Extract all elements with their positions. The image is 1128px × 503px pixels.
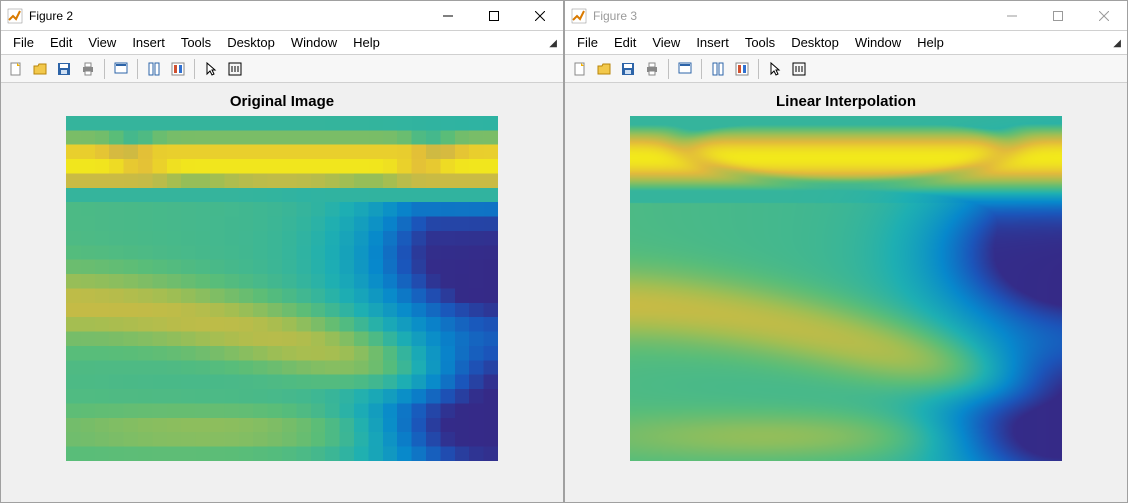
plot-title: Linear Interpolation — [776, 93, 916, 110]
menu-view[interactable]: View — [80, 32, 124, 53]
menu-tools[interactable]: Tools — [737, 32, 783, 53]
menu-window[interactable]: Window — [847, 32, 909, 53]
data-cursor-icon[interactable] — [674, 58, 696, 80]
maximize-button[interactable] — [1035, 1, 1081, 30]
title-bar[interactable]: Figure 3 — [565, 1, 1127, 31]
print-icon[interactable] — [77, 58, 99, 80]
toolbar-separator — [758, 59, 759, 79]
maximize-button[interactable] — [471, 1, 517, 30]
menu-file[interactable]: File — [5, 32, 42, 53]
menu-insert[interactable]: Insert — [688, 32, 737, 53]
link-axes-icon[interactable] — [143, 58, 165, 80]
toolbar-separator — [104, 59, 105, 79]
toolbar-separator — [194, 59, 195, 79]
print-icon[interactable] — [641, 58, 663, 80]
edit-plot-icon[interactable] — [788, 58, 810, 80]
open-folder-icon[interactable] — [29, 58, 51, 80]
window-title: Figure 2 — [29, 9, 425, 23]
axes-area[interactable]: Linear Interpolation — [565, 83, 1127, 502]
data-cursor-icon[interactable] — [110, 58, 132, 80]
pointer-icon[interactable] — [200, 58, 222, 80]
heatmap-image — [630, 116, 1062, 461]
toolbar — [565, 55, 1127, 83]
menu-file[interactable]: File — [569, 32, 606, 53]
menu-tools[interactable]: Tools — [173, 32, 219, 53]
save-icon[interactable] — [53, 58, 75, 80]
insert-colorbar-icon[interactable] — [731, 58, 753, 80]
matlab-app-icon — [571, 8, 587, 24]
window-title: Figure 3 — [593, 9, 989, 23]
close-button[interactable] — [517, 1, 563, 30]
menu-overflow-icon[interactable]: ◢ — [549, 38, 557, 49]
minimize-button[interactable] — [989, 1, 1035, 30]
menu-insert[interactable]: Insert — [124, 32, 173, 53]
menu-edit[interactable]: Edit — [606, 32, 644, 53]
title-bar[interactable]: Figure 2 — [1, 1, 563, 31]
insert-colorbar-icon[interactable] — [167, 58, 189, 80]
minimize-button[interactable] — [425, 1, 471, 30]
menu-help[interactable]: Help — [345, 32, 388, 53]
toolbar — [1, 55, 563, 83]
toolbar-separator — [137, 59, 138, 79]
save-icon[interactable] — [617, 58, 639, 80]
menu-edit[interactable]: Edit — [42, 32, 80, 53]
matlab-app-icon — [7, 8, 23, 24]
link-axes-icon[interactable] — [707, 58, 729, 80]
close-button[interactable] — [1081, 1, 1127, 30]
menu-bar: File Edit View Insert Tools Desktop Wind… — [565, 31, 1127, 55]
edit-plot-icon[interactable] — [224, 58, 246, 80]
toolbar-separator — [701, 59, 702, 79]
menu-window[interactable]: Window — [283, 32, 345, 53]
menu-bar: File Edit View Insert Tools Desktop Wind… — [1, 31, 563, 55]
axes-area[interactable]: Original Image — [1, 83, 563, 502]
pointer-icon[interactable] — [764, 58, 786, 80]
menu-overflow-icon[interactable]: ◢ — [1113, 38, 1121, 49]
menu-desktop[interactable]: Desktop — [219, 32, 283, 53]
new-file-icon[interactable] — [569, 58, 591, 80]
plot-title: Original Image — [230, 93, 334, 110]
menu-view[interactable]: View — [644, 32, 688, 53]
new-file-icon[interactable] — [5, 58, 27, 80]
menu-help[interactable]: Help — [909, 32, 952, 53]
open-folder-icon[interactable] — [593, 58, 615, 80]
toolbar-separator — [668, 59, 669, 79]
menu-desktop[interactable]: Desktop — [783, 32, 847, 53]
heatmap-image — [66, 116, 498, 461]
